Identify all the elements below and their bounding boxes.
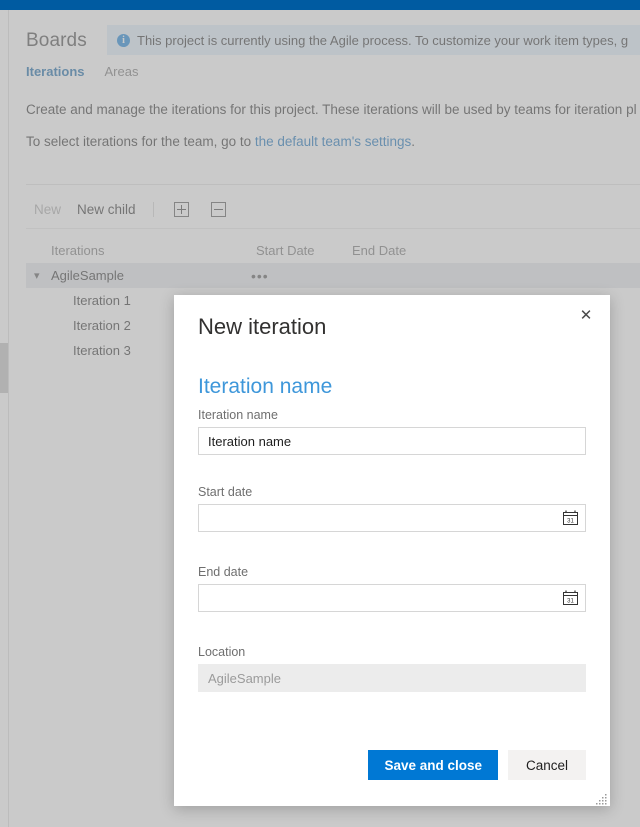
close-icon[interactable]: ✕	[574, 303, 598, 327]
start-date-input[interactable]	[198, 504, 586, 532]
dialog-title: New iteration	[198, 314, 327, 339]
resize-grip-icon[interactable]	[596, 792, 608, 805]
location-input	[198, 664, 586, 692]
calendar-icon[interactable]: 31	[563, 510, 578, 525]
new-iteration-dialog: ✕ New iteration Iteration name Iteration…	[174, 295, 610, 806]
end-date-input[interactable]	[198, 584, 586, 612]
save-and-close-button[interactable]: Save and close	[368, 750, 498, 780]
iteration-name-label: Iteration name	[198, 408, 278, 422]
svg-text:31: 31	[567, 598, 574, 604]
field-end-date: End date 31	[198, 565, 586, 612]
iteration-name-input[interactable]	[198, 427, 586, 455]
dialog-section-heading: Iteration name	[198, 375, 333, 398]
app-top-bar	[0, 0, 640, 10]
svg-text:31: 31	[567, 518, 574, 524]
dialog-actions: Save and close Cancel	[198, 750, 586, 780]
location-label: Location	[198, 645, 246, 659]
field-start-date: Start date 31	[198, 485, 586, 532]
end-date-label: End date	[198, 565, 249, 579]
cancel-button[interactable]: Cancel	[508, 750, 586, 780]
calendar-icon[interactable]: 31	[563, 590, 578, 605]
field-iteration-name: Iteration name	[198, 408, 586, 455]
start-date-label: Start date	[198, 485, 253, 499]
field-location: Location	[198, 645, 586, 692]
